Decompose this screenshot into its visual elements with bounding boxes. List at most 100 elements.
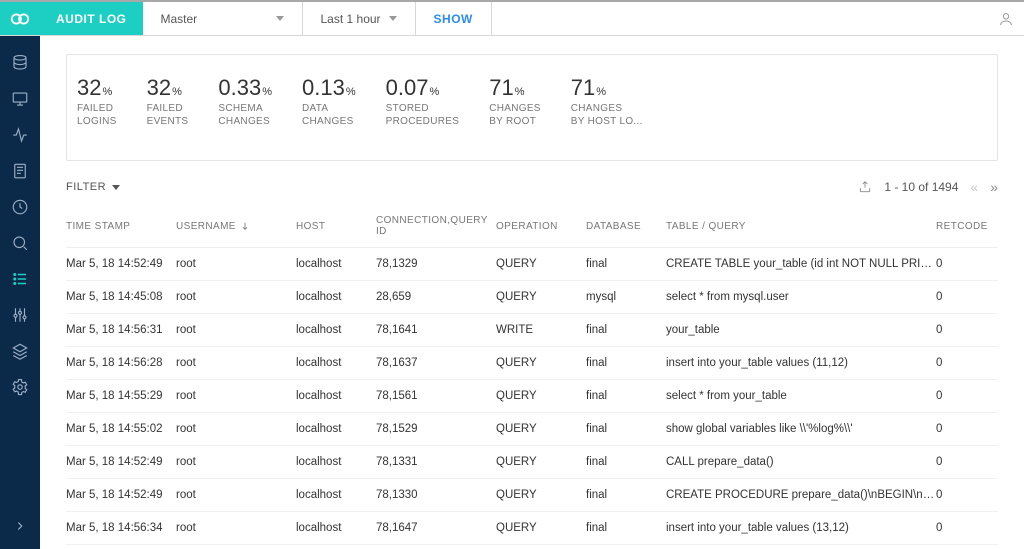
search-icon[interactable] (11, 234, 29, 252)
cell-host: localhost (296, 324, 376, 336)
stat-item[interactable]: 32%FAILED LOGINS (67, 75, 117, 128)
cell-operation: QUERY (496, 489, 586, 501)
stat-item[interactable]: 0.13%DATA CHANGES (298, 75, 356, 128)
col-database[interactable]: DATABASE (586, 221, 666, 232)
show-button[interactable]: SHOW (416, 2, 492, 35)
time-range-value: Last 1 hour (321, 12, 381, 26)
content: 32%FAILED LOGINS32%FAILED EVENTS0.33%SCH… (40, 36, 1024, 549)
stat-item[interactable]: 71%CHANGES BY ROOT (485, 75, 541, 128)
monitor-icon[interactable] (11, 90, 29, 108)
table-row[interactable]: Mar 5, 18 14:55:02rootlocalhost78,1529QU… (66, 413, 998, 446)
clock-icon[interactable] (11, 198, 29, 216)
table-header: TIME STAMP USERNAME HOST CONNECTION,QUER… (66, 207, 998, 248)
cell-query: insert into your_table values (13,12) (666, 522, 936, 534)
stat-label: FAILED EVENTS (147, 103, 189, 128)
cell-timestamp: Mar 5, 18 14:52:49 (66, 489, 176, 501)
cell-retcode: 0 (936, 291, 986, 303)
cell-database: final (586, 522, 666, 534)
activity-icon[interactable] (11, 126, 29, 144)
cell-query: show global variables like \\'%log%\\' (666, 423, 936, 435)
time-range-select[interactable]: Last 1 hour (303, 2, 416, 35)
stat-label: FAILED LOGINS (77, 103, 117, 128)
cell-connection: 78,1331 (376, 456, 496, 468)
col-operation[interactable]: OPERATION (496, 221, 586, 232)
table-row[interactable]: Mar 5, 18 14:52:49rootlocalhost78,1329QU… (66, 248, 998, 281)
cell-query: select * from mysql.user (666, 291, 936, 303)
sort-desc-icon (240, 221, 250, 231)
table-row[interactable]: Mar 5, 18 14:55:29rootlocalhost78,1561QU… (66, 380, 998, 413)
cell-query: CALL prepare_data() (666, 456, 936, 468)
cluster-select[interactable]: Master (143, 2, 303, 35)
list-icon[interactable] (11, 270, 29, 288)
list-controls: FILTER 1 - 10 of 1494 (66, 179, 998, 195)
cell-database: final (586, 390, 666, 402)
stat-item[interactable]: 0.07%STORED PROCEDURES (382, 75, 460, 128)
pager-next-button[interactable] (990, 179, 998, 195)
stat-label: CHANGES BY ROOT (489, 103, 541, 128)
audit-log-table: TIME STAMP USERNAME HOST CONNECTION,QUER… (66, 207, 998, 545)
cell-database: final (586, 258, 666, 270)
table-row[interactable]: Mar 5, 18 14:56:28rootlocalhost78,1637QU… (66, 347, 998, 380)
table-row[interactable]: Mar 5, 18 14:52:49rootlocalhost78,1330QU… (66, 479, 998, 512)
pager-range: 1 - 10 of 1494 (884, 180, 958, 194)
cell-username: root (176, 456, 296, 468)
expand-sidebar-icon[interactable] (11, 517, 29, 535)
export-icon[interactable] (858, 180, 872, 194)
table-row[interactable]: Mar 5, 18 14:56:31rootlocalhost78,1641WR… (66, 314, 998, 347)
cell-host: localhost (296, 489, 376, 501)
cell-connection: 78,1330 (376, 489, 496, 501)
col-query[interactable]: TABLE / QUERY (666, 221, 936, 232)
col-connection[interactable]: CONNECTION,QUERY ID (376, 215, 496, 237)
table-row[interactable]: Mar 5, 18 14:52:49rootlocalhost78,1331QU… (66, 446, 998, 479)
col-timestamp[interactable]: TIME STAMP (66, 221, 176, 232)
cell-connection: 78,1647 (376, 522, 496, 534)
cell-timestamp: Mar 5, 18 14:52:49 (66, 456, 176, 468)
cell-host: localhost (296, 456, 376, 468)
col-host[interactable]: HOST (296, 221, 376, 232)
cell-database: final (586, 357, 666, 369)
cell-retcode: 0 (936, 390, 986, 402)
filter-label: FILTER (66, 181, 106, 193)
table-row[interactable]: Mar 5, 18 14:45:08rootlocalhost28,659QUE… (66, 281, 998, 314)
cell-connection: 28,659 (376, 291, 496, 303)
cell-operation: QUERY (496, 390, 586, 402)
cell-username: root (176, 489, 296, 501)
cell-timestamp: Mar 5, 18 14:45:08 (66, 291, 176, 303)
cell-operation: QUERY (496, 258, 586, 270)
layers-icon[interactable] (11, 342, 29, 360)
cell-database: final (586, 489, 666, 501)
cell-operation: QUERY (496, 423, 586, 435)
cell-host: localhost (296, 522, 376, 534)
topbar: AUDIT LOG Master Last 1 hour SHOW (0, 0, 1024, 36)
table-row[interactable]: Mar 5, 18 14:56:34rootlocalhost78,1647QU… (66, 512, 998, 545)
cell-timestamp: Mar 5, 18 14:56:34 (66, 522, 176, 534)
col-retcode[interactable]: RETCODE (936, 221, 986, 232)
document-icon[interactable] (11, 162, 29, 180)
cell-timestamp: Mar 5, 18 14:55:29 (66, 390, 176, 402)
cell-connection: 78,1561 (376, 390, 496, 402)
cell-retcode: 0 (936, 522, 986, 534)
database-icon[interactable] (11, 54, 29, 72)
cell-query: CREATE TABLE your_table (id int NOT NULL… (666, 258, 936, 270)
stat-item[interactable]: 71%CHANGES BY HOST LO... (567, 75, 643, 128)
col-username[interactable]: USERNAME (176, 221, 296, 232)
cell-query: insert into your_table values (11,12) (666, 357, 936, 369)
stats-card: 32%FAILED LOGINS32%FAILED EVENTS0.33%SCH… (66, 54, 998, 161)
cell-timestamp: Mar 5, 18 14:55:02 (66, 423, 176, 435)
cell-retcode: 0 (936, 258, 986, 270)
stat-item[interactable]: 0.33%SCHEMA CHANGES (214, 75, 272, 128)
stat-value: 71% (571, 75, 643, 101)
cell-connection: 78,1641 (376, 324, 496, 336)
filter-button[interactable]: FILTER (66, 181, 120, 193)
sliders-icon[interactable] (11, 306, 29, 324)
brand-logo[interactable] (0, 2, 40, 35)
user-menu[interactable] (988, 2, 1024, 35)
cell-retcode: 0 (936, 423, 986, 435)
cell-username: root (176, 357, 296, 369)
gear-icon[interactable] (11, 378, 29, 396)
pager-prev-button[interactable] (970, 179, 978, 195)
stat-value: 32% (147, 75, 189, 101)
stat-item[interactable]: 32%FAILED EVENTS (143, 75, 189, 128)
cell-username: root (176, 522, 296, 534)
cell-connection: 78,1637 (376, 357, 496, 369)
